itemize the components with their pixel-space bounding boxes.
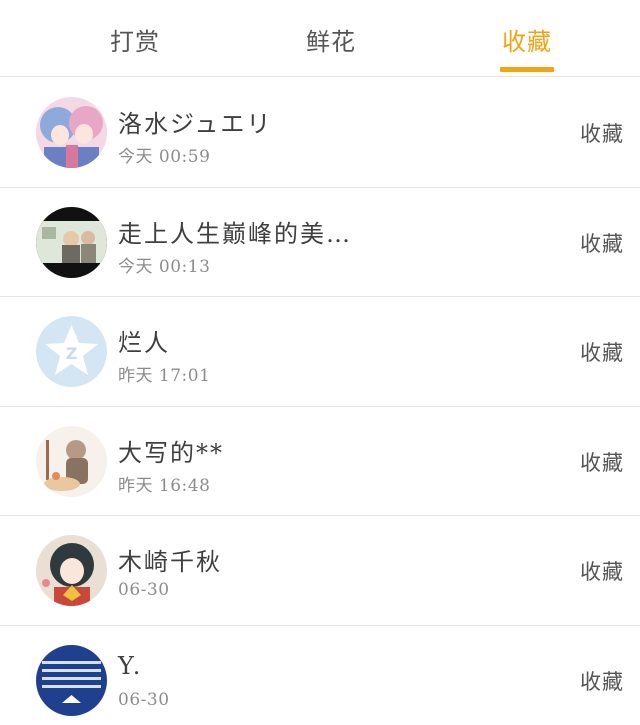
avatar[interactable] (36, 535, 107, 606)
tab-reward[interactable]: 打赏 (110, 22, 160, 57)
tab-bar: 打赏 鲜花 收藏 (0, 0, 640, 77)
blue-stripes-avatar-icon (36, 644, 107, 716)
tab-flowers[interactable]: 鲜花 (306, 22, 356, 57)
timestamp: 昨天 16:48 (118, 475, 211, 496)
list-item[interactable]: Z 烂人 昨天 17:01 收藏 (0, 297, 640, 407)
list-item[interactable]: 走上人生巅峰的美… 今天 00:13 收藏 (0, 188, 640, 297)
timestamp: 昨天 17:01 (118, 366, 211, 386)
user-name: 洛水ジュエリ (118, 110, 273, 138)
user-name: Y. (118, 651, 143, 680)
user-name: 烂人 (118, 329, 170, 357)
favorites-list: 洛水ジュエリ 今天 00:59 收藏 走上人生巅峰的美… 今天 00:13 收藏 (0, 78, 640, 725)
list-item[interactable]: Y. 06-30 收藏 (0, 626, 640, 725)
timestamp: 06-30 (118, 689, 170, 710)
user-name: 木崎千秋 (118, 548, 222, 576)
timestamp: 今天 00:59 (118, 147, 211, 167)
svg-text:Z: Z (66, 344, 78, 363)
favorite-action[interactable]: 收藏 (580, 228, 624, 258)
tab-favorites[interactable]: 收藏 (502, 22, 552, 57)
user-name: 大写的** (118, 438, 224, 467)
favorite-action[interactable]: 收藏 (580, 556, 624, 586)
avatar[interactable] (36, 644, 107, 716)
avatar[interactable]: Z (36, 316, 107, 387)
avatar[interactable] (36, 206, 107, 278)
anime-avatar-icon (36, 97, 107, 168)
favorite-action[interactable]: 收藏 (580, 666, 624, 696)
illustration-avatar-icon (36, 425, 107, 497)
user-name: 走上人生巅峰的美… (118, 219, 352, 248)
list-item[interactable]: 木崎千秋 06-30 收藏 (0, 516, 640, 626)
avatar[interactable] (36, 425, 107, 497)
anime-avatar-icon (36, 535, 107, 606)
timestamp: 今天 00:13 (118, 256, 211, 277)
favorite-action[interactable]: 收藏 (580, 337, 624, 367)
timestamp: 06-30 (118, 580, 170, 600)
active-tab-indicator (500, 67, 554, 72)
default-star-avatar-icon: Z (36, 316, 107, 387)
favorite-action[interactable]: 收藏 (580, 447, 624, 477)
list-item[interactable]: 洛水ジュエリ 今天 00:59 收藏 (0, 78, 640, 188)
favorite-action[interactable]: 收藏 (580, 118, 624, 148)
avatar[interactable] (36, 97, 107, 168)
photo-avatar-icon (36, 206, 107, 278)
list-item[interactable]: 大写的** 昨天 16:48 收藏 (0, 407, 640, 516)
